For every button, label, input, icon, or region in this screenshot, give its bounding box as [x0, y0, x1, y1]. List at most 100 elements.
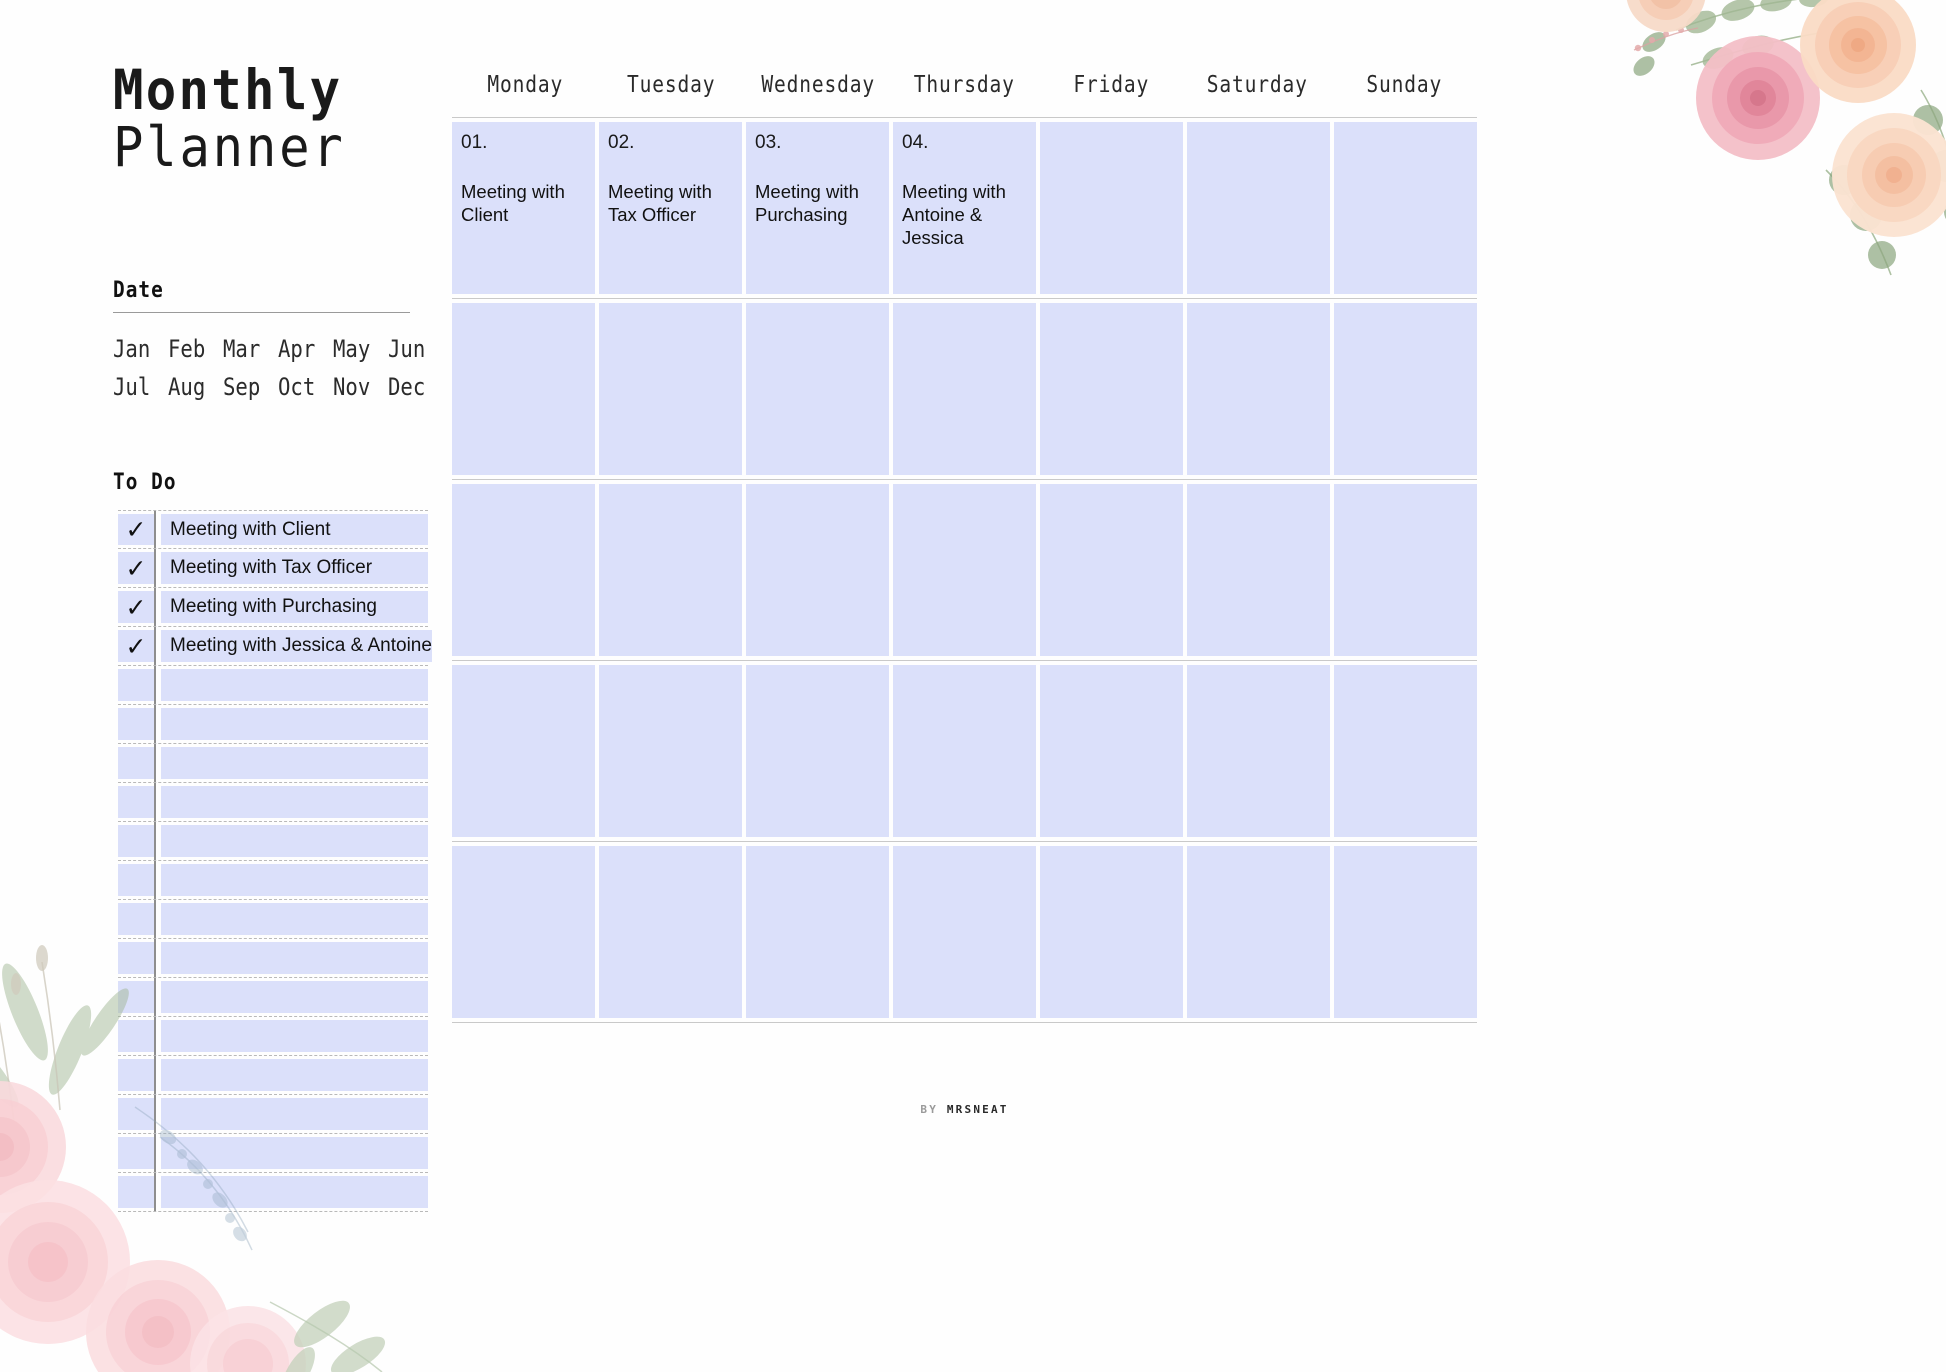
- todo-row[interactable]: ✓Meeting with Client: [118, 510, 428, 549]
- todo-row[interactable]: [118, 783, 428, 822]
- todo-item-label[interactable]: [161, 1098, 428, 1130]
- calendar-day-cell[interactable]: [893, 303, 1036, 475]
- todo-item-label[interactable]: [161, 981, 428, 1013]
- todo-checkbox-checked[interactable]: ✓: [118, 630, 154, 662]
- calendar-day-cell[interactable]: [1334, 846, 1477, 1018]
- todo-checkbox[interactable]: [118, 747, 154, 779]
- calendar-day-cell[interactable]: 04.Meeting with Antoine & Jessica: [893, 122, 1036, 294]
- todo-item-label[interactable]: [161, 903, 428, 935]
- todo-row[interactable]: [118, 705, 428, 744]
- calendar-day-cell[interactable]: [452, 484, 595, 656]
- month-option-mar[interactable]: Mar: [223, 335, 270, 363]
- todo-item-label[interactable]: [161, 1059, 428, 1091]
- calendar-day-cell[interactable]: [599, 846, 742, 1018]
- todo-row[interactable]: ✓Meeting with Tax Officer: [118, 549, 428, 588]
- todo-item-label[interactable]: [161, 1137, 428, 1169]
- month-option-feb[interactable]: Feb: [168, 335, 215, 363]
- calendar-day-cell[interactable]: [599, 484, 742, 656]
- month-option-nov[interactable]: Nov: [333, 373, 380, 401]
- todo-checkbox[interactable]: [118, 864, 154, 896]
- month-option-aug[interactable]: Aug: [168, 373, 215, 401]
- todo-row[interactable]: [118, 822, 428, 861]
- month-option-jul[interactable]: Jul: [113, 373, 160, 401]
- calendar-day-cell[interactable]: [893, 846, 1036, 1018]
- month-selector[interactable]: JanFebMarAprMayJunJulAugSepOctNovDec: [113, 335, 443, 401]
- todo-item-label[interactable]: Meeting with Jessica & Antoine: [161, 630, 432, 662]
- calendar-day-cell[interactable]: [746, 846, 889, 1018]
- todo-row[interactable]: [118, 939, 428, 978]
- calendar-day-cell[interactable]: [1334, 122, 1477, 294]
- todo-checkbox[interactable]: [118, 1137, 154, 1169]
- month-option-jun[interactable]: Jun: [388, 335, 435, 363]
- calendar-day-cell[interactable]: 01.Meeting with Client: [452, 122, 595, 294]
- calendar-day-cell[interactable]: 02.Meeting with Tax Officer: [599, 122, 742, 294]
- todo-item-label[interactable]: [161, 942, 428, 974]
- todo-checkbox[interactable]: [118, 1176, 154, 1208]
- todo-checkbox-checked[interactable]: ✓: [118, 514, 154, 545]
- calendar-day-cell[interactable]: [452, 846, 595, 1018]
- month-option-dec[interactable]: Dec: [388, 373, 435, 401]
- todo-item-label[interactable]: Meeting with Tax Officer: [161, 552, 428, 584]
- todo-item-label[interactable]: [161, 864, 428, 896]
- todo-checkbox[interactable]: [118, 1020, 154, 1052]
- calendar-day-cell[interactable]: [893, 484, 1036, 656]
- calendar-day-cell[interactable]: [452, 303, 595, 475]
- todo-checkbox[interactable]: [118, 903, 154, 935]
- todo-row[interactable]: [118, 1056, 428, 1095]
- todo-row[interactable]: [118, 744, 428, 783]
- todo-checkbox[interactable]: [118, 942, 154, 974]
- todo-checkbox[interactable]: [118, 1059, 154, 1091]
- month-option-oct[interactable]: Oct: [278, 373, 325, 401]
- todo-row[interactable]: [118, 900, 428, 939]
- calendar-day-cell[interactable]: [1040, 122, 1183, 294]
- todo-row[interactable]: [118, 1173, 428, 1212]
- todo-item-label[interactable]: Meeting with Client: [161, 514, 428, 545]
- calendar-day-cell[interactable]: [1040, 846, 1183, 1018]
- calendar-day-cell[interactable]: [1187, 122, 1330, 294]
- calendar-day-cell[interactable]: [746, 303, 889, 475]
- month-option-apr[interactable]: Apr: [278, 335, 325, 363]
- calendar-day-cell[interactable]: [599, 665, 742, 837]
- calendar-day-cell[interactable]: [1334, 484, 1477, 656]
- todo-item-label[interactable]: Meeting with Purchasing: [161, 591, 428, 623]
- todo-checkbox[interactable]: [118, 669, 154, 701]
- calendar-day-cell[interactable]: [1040, 665, 1183, 837]
- month-option-may[interactable]: May: [333, 335, 380, 363]
- calendar-day-cell[interactable]: [452, 665, 595, 837]
- calendar-day-cell[interactable]: 03.Meeting with Purchasing: [746, 122, 889, 294]
- calendar-day-cell[interactable]: [746, 665, 889, 837]
- calendar-day-cell[interactable]: [1040, 303, 1183, 475]
- todo-checkbox-checked[interactable]: ✓: [118, 591, 154, 623]
- calendar-day-cell[interactable]: [1187, 846, 1330, 1018]
- calendar-day-cell[interactable]: [1187, 303, 1330, 475]
- todo-checkbox[interactable]: [118, 981, 154, 1013]
- todo-row[interactable]: [118, 1134, 428, 1173]
- todo-item-label[interactable]: [161, 1176, 428, 1208]
- todo-checkbox[interactable]: [118, 786, 154, 818]
- calendar-day-cell[interactable]: [1334, 665, 1477, 837]
- calendar-day-cell[interactable]: [746, 484, 889, 656]
- todo-row[interactable]: [118, 1095, 428, 1134]
- todo-checkbox[interactable]: [118, 708, 154, 740]
- todo-row[interactable]: [118, 1017, 428, 1056]
- calendar-day-cell[interactable]: [1187, 665, 1330, 837]
- calendar-day-cell[interactable]: [1040, 484, 1183, 656]
- todo-checkbox[interactable]: [118, 1098, 154, 1130]
- todo-row[interactable]: ✓Meeting with Purchasing: [118, 588, 428, 627]
- todo-row[interactable]: [118, 978, 428, 1017]
- todo-checkbox[interactable]: [118, 825, 154, 857]
- todo-item-label[interactable]: [161, 747, 428, 779]
- todo-item-label[interactable]: [161, 786, 428, 818]
- month-option-sep[interactable]: Sep: [223, 373, 270, 401]
- calendar-day-cell[interactable]: [1187, 484, 1330, 656]
- todo-item-label[interactable]: [161, 708, 428, 740]
- todo-item-label[interactable]: [161, 1020, 428, 1052]
- calendar-day-cell[interactable]: [599, 303, 742, 475]
- todo-item-label[interactable]: [161, 669, 428, 701]
- todo-row[interactable]: ✓Meeting with Jessica & Antoine: [118, 627, 428, 666]
- todo-item-label[interactable]: [161, 825, 428, 857]
- todo-checkbox-checked[interactable]: ✓: [118, 552, 154, 584]
- calendar-day-cell[interactable]: [1334, 303, 1477, 475]
- todo-row[interactable]: [118, 666, 428, 705]
- todo-row[interactable]: [118, 861, 428, 900]
